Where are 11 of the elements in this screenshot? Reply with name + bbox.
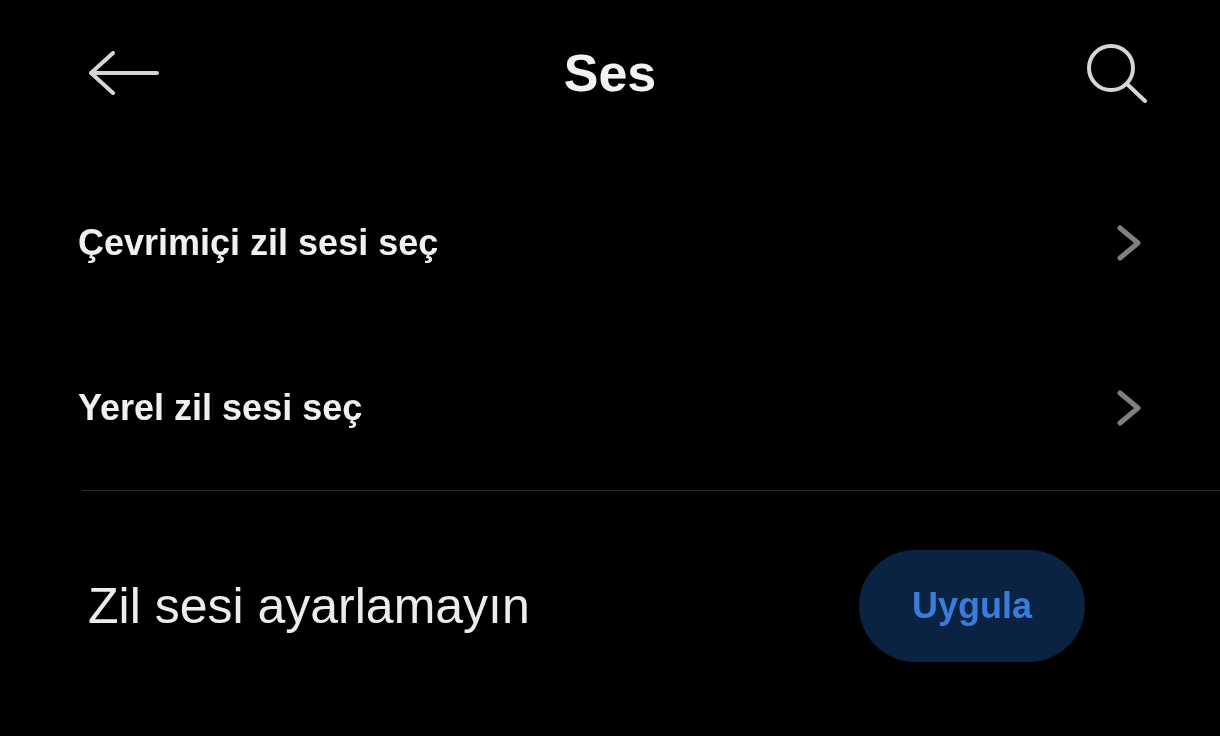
option-label: Zil sesi ayarlamayın — [88, 581, 530, 631]
chevron-right-icon — [1117, 224, 1141, 261]
menu-row-label: Çevrimiçi zil sesi seç — [78, 224, 439, 261]
chevron-right-icon — [1117, 389, 1141, 426]
menu-row[interactable]: Çevrimiçi zil sesi seç — [0, 160, 1220, 325]
menu-row[interactable]: Yerel zil sesi seç — [0, 325, 1220, 490]
back-arrow-icon[interactable] — [89, 51, 159, 95]
menu-row-label: Yerel zil sesi seç — [78, 389, 363, 426]
page-title: Ses — [563, 47, 657, 99]
search-icon[interactable] — [1086, 43, 1148, 103]
apply-button[interactable]: Uygula — [859, 550, 1085, 662]
